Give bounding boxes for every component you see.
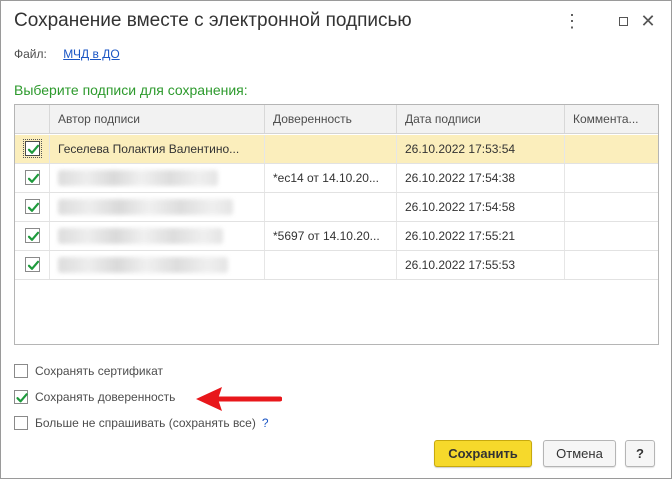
signatures-table: Автор подписи Доверенность Дата подписи … <box>14 104 659 345</box>
comment-cell <box>565 193 658 221</box>
file-link[interactable]: МЧД в ДО <box>63 47 120 61</box>
red-arrow-annotation <box>196 387 282 411</box>
header-comment[interactable]: Коммента... <box>565 105 658 133</box>
row-check-cell <box>15 222 50 250</box>
save-button[interactable]: Сохранить <box>434 440 532 467</box>
date-cell: 26.10.2022 17:55:21 <box>397 222 565 250</box>
power-of-attorney-cell <box>265 251 397 279</box>
row-check-cell <box>15 251 50 279</box>
power-of-attorney-cell <box>265 135 397 163</box>
date-cell: 26.10.2022 17:54:38 <box>397 164 565 192</box>
table-row[interactable]: *ес14 от 14.10.20... 26.10.2022 17:54:38 <box>15 164 658 193</box>
cancel-button[interactable]: Отмена <box>543 440 616 467</box>
redacted-author <box>58 228 223 244</box>
date-cell: 26.10.2022 17:53:54 <box>397 135 565 163</box>
row-checkbox[interactable] <box>25 170 40 185</box>
help-link[interactable]: ? <box>262 416 269 430</box>
power-of-attorney-cell <box>265 193 397 221</box>
file-row: Файл: МЧД в ДО <box>14 47 120 61</box>
dont-ask-label-wrap: Больше не спрашивать (сохранять все)? <box>35 415 269 431</box>
power-of-attorney-cell: *5697 от 14.10.20... <box>265 222 397 250</box>
save-power-of-attorney-checkbox[interactable] <box>14 390 28 404</box>
redacted-author <box>58 257 228 273</box>
help-button[interactable]: ? <box>625 440 655 467</box>
date-cell: 26.10.2022 17:54:58 <box>397 193 565 221</box>
row-checkbox[interactable] <box>25 257 40 272</box>
table-row[interactable]: Геселева Полактия Валентино... 26.10.2022… <box>15 135 658 164</box>
checkmark-icon <box>27 144 40 154</box>
author-cell <box>50 193 265 221</box>
save-certificate-checkbox[interactable] <box>14 364 28 378</box>
author-cell <box>50 222 265 250</box>
header-date[interactable]: Дата подписи <box>397 105 565 133</box>
power-of-attorney-cell: *ес14 от 14.10.20... <box>265 164 397 192</box>
table-row[interactable]: 26.10.2022 17:54:58 <box>15 193 658 222</box>
comment-cell <box>565 164 658 192</box>
file-label: Файл: <box>14 47 47 61</box>
save-certificate-label: Сохранять сертификат <box>35 364 164 378</box>
comment-cell <box>565 222 658 250</box>
row-checkbox[interactable] <box>23 139 42 158</box>
dialog-title: Сохранение вместе с электронной подписью <box>14 10 412 31</box>
row-check-cell <box>15 164 50 192</box>
redacted-author <box>58 170 218 186</box>
date-cell: 26.10.2022 17:55:53 <box>397 251 565 279</box>
checkmark-icon <box>27 260 40 270</box>
checkmark-icon <box>27 202 40 212</box>
author-cell <box>50 164 265 192</box>
row-checkbox[interactable] <box>25 199 40 214</box>
more-dots-icon[interactable]: ⋮ <box>562 11 582 31</box>
maximize-icon[interactable] <box>613 11 633 31</box>
table-header: Автор подписи Доверенность Дата подписи … <box>15 105 658 134</box>
comment-cell <box>565 251 658 279</box>
author-cell <box>50 251 265 279</box>
row-checkbox[interactable] <box>25 228 40 243</box>
row-check-cell <box>15 135 50 163</box>
close-icon[interactable]: ✕ <box>638 11 658 31</box>
author-cell: Геселева Полактия Валентино... <box>50 135 265 163</box>
dont-ask-label: Больше не спрашивать (сохранять все) <box>35 416 256 430</box>
checkmark-icon <box>27 231 40 241</box>
header-check <box>15 105 50 133</box>
comment-cell <box>565 135 658 163</box>
checkmark-icon <box>16 393 28 403</box>
save-power-of-attorney-label: Сохранять доверенность <box>35 390 176 404</box>
title-bar: Сохранение вместе с электронной подписью… <box>1 1 671 41</box>
checkmark-icon <box>27 173 40 183</box>
dont-ask-checkbox[interactable] <box>14 416 28 430</box>
header-author[interactable]: Автор подписи <box>50 105 265 133</box>
row-check-cell <box>15 193 50 221</box>
section-title: Выберите подписи для сохранения: <box>14 82 248 98</box>
redacted-author <box>58 199 233 215</box>
table-row[interactable]: *5697 от 14.10.20... 26.10.2022 17:55:21 <box>15 222 658 251</box>
save-with-signature-dialog: Сохранение вместе с электронной подписью… <box>0 0 672 479</box>
header-power-of-attorney[interactable]: Доверенность <box>265 105 397 133</box>
table-row[interactable]: 26.10.2022 17:55:53 <box>15 251 658 280</box>
